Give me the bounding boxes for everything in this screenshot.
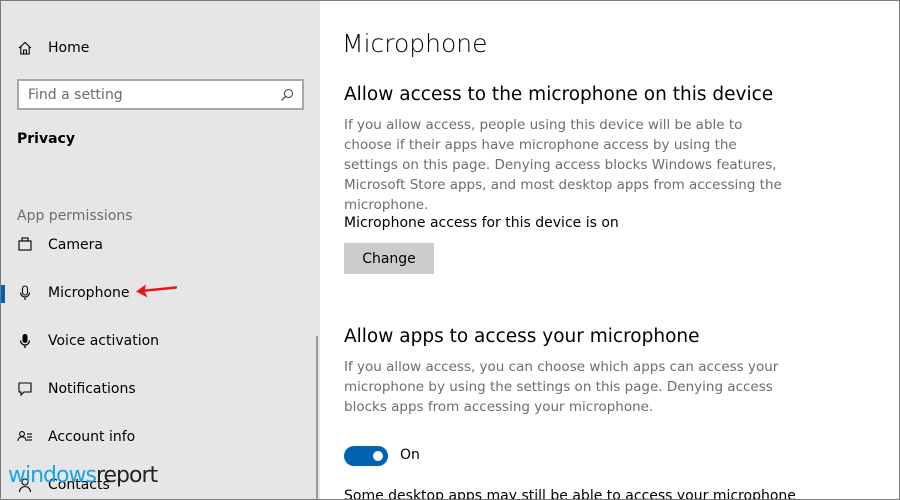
device-access-heading: Allow access to the microphone on this d… — [344, 84, 774, 105]
category-title: Privacy — [17, 131, 75, 147]
sidebar-item-notifications[interactable]: Notifications — [1, 369, 319, 409]
desktop-apps-note: Some desktop apps may still be able to a… — [344, 488, 796, 500]
sidebar-scrollbar[interactable] — [316, 336, 318, 499]
search-box — [17, 79, 304, 110]
page-title: Microphone — [342, 29, 488, 58]
sidebar-item-label: Account info — [48, 429, 136, 445]
watermark-part1: windows — [8, 463, 97, 488]
account-info-icon — [15, 427, 35, 447]
apps-access-description: If you allow access, you can choose whic… — [344, 359, 779, 415]
voice-activation-icon — [15, 331, 35, 351]
sidebar-item-label: Microphone — [48, 285, 130, 301]
device-access-status: Microphone access for this device is on — [344, 215, 619, 231]
sidebar-item-label: Camera — [48, 237, 103, 253]
apps-access-heading: Allow apps to access your microphone — [344, 326, 700, 347]
sidebar-item-label: Notifications — [48, 381, 136, 397]
toggle-knob — [373, 451, 383, 461]
sidebar-item-camera[interactable]: Camera — [1, 225, 319, 265]
change-button[interactable]: Change — [344, 243, 434, 274]
sidebar-item-voice-activation[interactable]: Voice activation — [1, 321, 319, 361]
notifications-icon — [15, 379, 35, 399]
sidebar-item-account-info[interactable]: Account info — [1, 417, 319, 457]
home-link[interactable]: Home — [16, 37, 89, 59]
search-input[interactable] — [28, 85, 268, 105]
apps-access-toggle[interactable] — [344, 446, 388, 466]
microphone-icon — [15, 283, 35, 303]
camera-icon — [15, 235, 35, 255]
sidebar: Home Privacy App permissions Camera Micr… — [1, 1, 320, 499]
home-icon — [16, 39, 34, 57]
section-header: App permissions — [17, 208, 133, 224]
device-access-description: If you allow access, people using this d… — [344, 117, 782, 213]
watermark-part2: report — [95, 463, 158, 488]
watermark-logo: windows report — [8, 463, 158, 488]
toggle-state-label: On — [400, 447, 420, 463]
main-content: Microphone Allow access to the microphon… — [320, 1, 899, 500]
search-icon[interactable] — [280, 88, 294, 102]
selection-indicator — [1, 285, 5, 303]
annotation-arrow-icon — [136, 284, 178, 298]
sidebar-item-label: Voice activation — [48, 333, 160, 349]
home-label: Home — [48, 40, 90, 56]
